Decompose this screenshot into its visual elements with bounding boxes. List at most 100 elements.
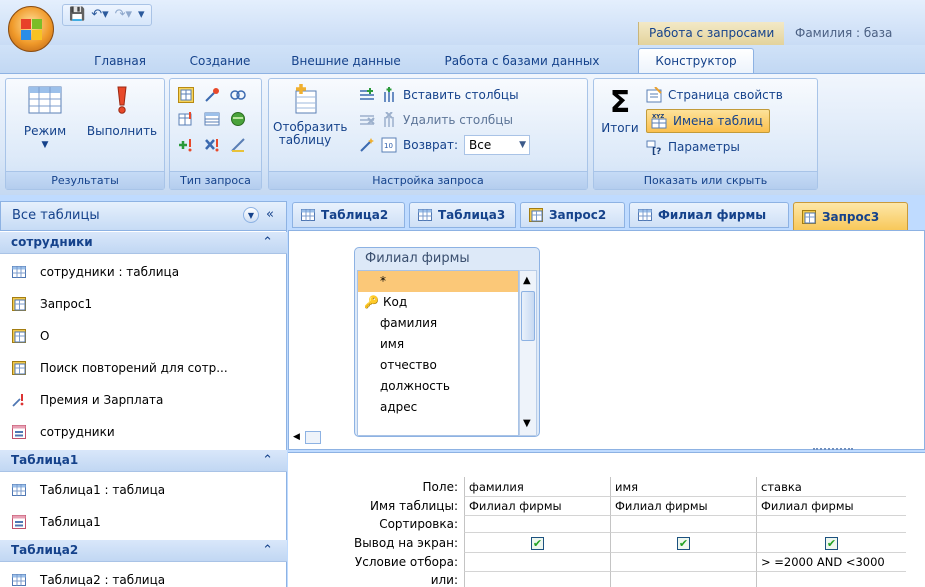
table-names-button[interactable]: XYZ Имена таблиц (646, 109, 770, 133)
field-all-columns[interactable]: * (358, 271, 518, 292)
doc-tab[interactable]: Таблица2 (292, 202, 405, 228)
nav-item[interactable]: Таблица1 (0, 506, 286, 538)
grid-cell-or[interactable] (756, 572, 906, 587)
make-table-query-icon[interactable] (178, 111, 194, 127)
tab-home[interactable]: Главная (70, 50, 170, 73)
collapse-group-icon[interactable]: ⌃ (262, 232, 273, 253)
nav-menu-dropdown-icon[interactable]: ▼ (243, 207, 259, 223)
property-sheet-button[interactable]: Страница свойств (646, 85, 783, 105)
pass-through-query-icon[interactable] (230, 111, 246, 127)
field-item[interactable]: имя (358, 334, 518, 355)
add-action-query-icon[interactable] (178, 137, 194, 153)
nav-group-header[interactable]: Таблица1 ⌃ (0, 450, 287, 472)
nav-item[interactable]: сотрудники (0, 416, 286, 448)
field-list-scrollbar[interactable]: ▲ ▼ (519, 270, 537, 436)
collapse-pane-icon[interactable]: « (266, 207, 274, 222)
scroll-thumb[interactable] (521, 291, 535, 341)
checkbox-checked-icon: ✔ (531, 537, 544, 550)
update-query-icon[interactable] (204, 87, 220, 103)
doc-tab[interactable]: Таблица3 (409, 202, 516, 228)
append-query-icon[interactable] (204, 111, 220, 127)
grid-cell-criteria[interactable] (464, 553, 610, 572)
doc-tab[interactable]: Запрос2 (520, 202, 625, 228)
delete-query-icon[interactable] (204, 137, 220, 153)
primary-key-icon: 🔑 (364, 295, 379, 309)
field-item[interactable]: фамилия (358, 313, 518, 334)
grid-cell-field[interactable]: фамилия (464, 477, 610, 497)
group-label-query-type: Тип запроса (170, 171, 261, 189)
show-checkbox[interactable]: ✔ (756, 533, 906, 553)
customize-icon[interactable]: ▾ (138, 7, 145, 23)
grid-cell-criteria[interactable] (610, 553, 756, 572)
checkbox-checked-icon: ✔ (825, 537, 838, 550)
horizontal-scrollbar[interactable]: ◀ (293, 431, 323, 445)
redo-icon[interactable]: ↷▾ (115, 7, 132, 23)
builder-wand-icon[interactable] (359, 137, 375, 153)
data-definition-query-icon[interactable] (230, 137, 246, 153)
datasheet-view-icon (28, 86, 62, 114)
field-item[interactable]: отчество (358, 355, 518, 376)
grid-cell-or[interactable] (610, 572, 756, 587)
nav-item[interactable]: сотрудники : таблица (0, 256, 286, 288)
show-table-button[interactable]: Отобразить таблицу (273, 83, 347, 147)
show-checkbox[interactable]: ✔ (610, 533, 756, 553)
field-item[interactable]: должность (358, 376, 518, 397)
nav-item[interactable]: Таблица2 : таблица (0, 564, 286, 587)
delete-columns-button[interactable]: Удалить столбцы (359, 110, 513, 130)
nav-group-header[interactable]: Таблица2 ⌃ (0, 540, 287, 562)
query-icon (529, 208, 543, 222)
doc-tab[interactable]: Филиал фирмы (629, 202, 789, 228)
nav-item[interactable]: Запрос1 (0, 288, 286, 320)
grid-cell-criteria[interactable]: > =2000 AND <3000 (756, 553, 906, 572)
scroll-left-icon[interactable]: ◀ (293, 432, 300, 442)
insert-columns-button[interactable]: Вставить столбцы (359, 85, 519, 105)
field-item[interactable]: 🔑 Код (358, 292, 518, 313)
nav-item-label: Таблица1 (40, 515, 101, 529)
return-select[interactable]: Все ▼ (464, 135, 531, 155)
grid-cell-table[interactable]: Филиал фирмы (756, 497, 906, 516)
query-icon (802, 209, 816, 224)
field-item[interactable]: адрес (358, 397, 518, 418)
totals-button[interactable]: Σ Итоги (596, 87, 644, 136)
collapse-group-icon[interactable]: ⌃ (262, 540, 273, 561)
grid-cell-sort[interactable] (756, 516, 906, 533)
scroll-up-icon[interactable]: ▲ (523, 275, 531, 286)
grid-cell-or[interactable] (464, 572, 610, 587)
field-list-window[interactable]: Филиал фирмы * 🔑 Код фамилия имя отчество долж… (354, 247, 540, 437)
nav-item[interactable]: Премия и Зарплата (0, 384, 286, 416)
grid-cell-table[interactable]: Филиал фирмы (610, 497, 756, 516)
scroll-h-thumb[interactable] (305, 431, 321, 444)
office-button[interactable] (8, 6, 54, 52)
doc-tab[interactable]: Запрос3 (793, 202, 908, 231)
crosstab-query-icon[interactable] (230, 87, 246, 103)
group-label-results: Результаты (6, 171, 164, 189)
scroll-down-icon[interactable]: ▼ (523, 418, 531, 429)
undo-icon[interactable]: ↶▾ (91, 7, 108, 23)
parameters-button[interactable]: [?] Параметры (646, 137, 740, 157)
grid-cell-sort[interactable] (610, 516, 756, 533)
tab-create[interactable]: Создание (176, 50, 264, 73)
show-checkbox[interactable]: ✔ (464, 533, 610, 553)
view-mode-button[interactable]: Режим ▼ (12, 85, 78, 152)
nav-group-header[interactable]: сотрудники ⌃ (0, 232, 287, 254)
collapse-group-icon[interactable]: ⌃ (262, 450, 273, 471)
table-icon (12, 483, 26, 497)
save-icon[interactable]: 💾 (69, 7, 85, 23)
nav-item[interactable]: О (0, 320, 286, 352)
select-query-icon[interactable] (178, 87, 194, 103)
query-icon (12, 329, 26, 343)
tab-external-data[interactable]: Внешние данные (281, 50, 411, 73)
nav-item[interactable]: Поиск повторений для сотр... (0, 352, 286, 384)
grid-cell-table[interactable]: Филиал фирмы (464, 497, 610, 516)
svg-text:10: 10 (384, 142, 393, 150)
grid-row-label: Условие отбора: (354, 555, 458, 569)
nav-item[interactable]: Таблица1 : таблица (0, 474, 286, 506)
nav-pane-header[interactable]: Все таблицы ▼ « (0, 201, 287, 231)
grid-cell-field[interactable]: ставка (756, 477, 906, 497)
nav-pane-title: Все таблицы (12, 208, 100, 223)
grid-cell-field[interactable]: имя (610, 477, 756, 497)
run-button[interactable]: Выполнить (82, 85, 162, 138)
tab-design[interactable]: Конструктор (638, 48, 754, 74)
grid-cell-sort[interactable] (464, 516, 610, 533)
tab-database-tools[interactable]: Работа с базами данных (432, 50, 612, 73)
